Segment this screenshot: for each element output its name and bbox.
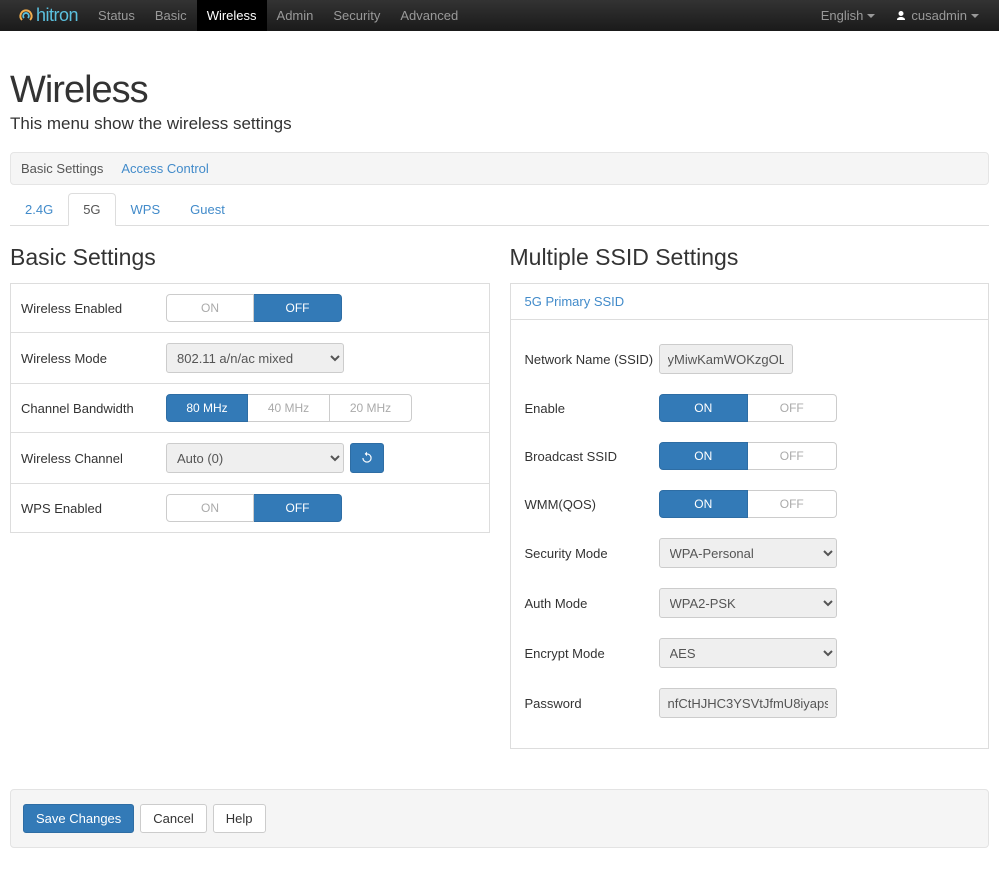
wmm-toggle[interactable]: ON OFF [659, 490, 837, 518]
enable-on[interactable]: ON [659, 394, 749, 422]
row-auth-mode: Auth Mode WPA2-PSK [525, 578, 975, 628]
label-wireless-enabled: Wireless Enabled [21, 301, 166, 316]
label-password: Password [525, 696, 659, 711]
label-network-name: Network Name (SSID) [525, 352, 659, 367]
broadcast-off[interactable]: OFF [748, 442, 837, 470]
row-password: Password [525, 678, 975, 728]
password-input[interactable] [659, 688, 837, 718]
security-mode-select[interactable]: WPA-Personal [659, 538, 837, 568]
wps-enabled-toggle[interactable]: ON OFF [166, 494, 342, 522]
caret-down-icon [971, 14, 979, 18]
brand-text: hitron [36, 5, 78, 26]
ssid-panel: Network Name (SSID) Enable ON OFF Broadc… [510, 319, 990, 749]
brand-swirl-icon [18, 8, 34, 24]
row-wireless-channel: Wireless Channel Auto (0) [10, 433, 490, 484]
label-broadcast: Broadcast SSID [525, 449, 659, 464]
channel-bandwidth-group[interactable]: 80 MHz 40 MHz 20 MHz [166, 394, 412, 422]
columns: Basic Settings Wireless Enabled ON OFF W… [10, 244, 989, 749]
subnav-basic-settings[interactable]: Basic Settings [21, 161, 103, 176]
user-name: cusadmin [911, 8, 967, 23]
ssid-tabs: 5G Primary SSID [510, 283, 990, 319]
tab-guest[interactable]: Guest [175, 193, 240, 226]
row-wps-enabled: WPS Enabled ON OFF [10, 484, 490, 533]
label-wmm: WMM(QOS) [525, 497, 659, 512]
row-encrypt-mode: Encrypt Mode AES [525, 628, 975, 678]
user-dropdown[interactable]: cusadmin [885, 8, 989, 23]
brand-logo: hitron [18, 5, 78, 26]
row-network-name: Network Name (SSID) [525, 334, 975, 384]
auth-mode-select[interactable]: WPA2-PSK [659, 588, 837, 618]
nav-status[interactable]: Status [88, 0, 145, 31]
row-wireless-mode: Wireless Mode 802.11 a/n/ac mixed [10, 333, 490, 384]
tab-wps[interactable]: WPS [116, 193, 176, 226]
wireless-mode-select[interactable]: 802.11 a/n/ac mixed [166, 343, 344, 373]
row-broadcast: Broadcast SSID ON OFF [525, 432, 975, 480]
encrypt-mode-select[interactable]: AES [659, 638, 837, 668]
ssid-settings-column: Multiple SSID Settings 5G Primary SSID N… [510, 244, 990, 749]
wireless-channel-select[interactable]: Auto (0) [166, 443, 344, 473]
wireless-enabled-on[interactable]: ON [166, 294, 254, 322]
language-dropdown[interactable]: English [811, 8, 886, 23]
refresh-channel-button[interactable] [350, 443, 384, 473]
row-channel-bandwidth: Channel Bandwidth 80 MHz 40 MHz 20 MHz [10, 384, 490, 433]
ssid-tab-primary[interactable]: 5G Primary SSID [511, 284, 639, 319]
network-name-input[interactable] [659, 344, 793, 374]
refresh-icon [360, 451, 374, 465]
sub-nav: Basic Settings Access Control [10, 152, 989, 185]
wmm-on[interactable]: ON [659, 490, 749, 518]
row-enable: Enable ON OFF [525, 384, 975, 432]
ssid-settings-heading: Multiple SSID Settings [510, 244, 990, 271]
wps-enabled-on[interactable]: ON [166, 494, 254, 522]
caret-down-icon [867, 14, 875, 18]
tab-5g[interactable]: 5G [68, 193, 115, 226]
label-channel-bandwidth: Channel Bandwidth [21, 401, 166, 416]
footer-actions: Save Changes Cancel Help [10, 789, 989, 848]
page-container: Wireless This menu show the wireless set… [0, 31, 999, 878]
nav-right: English cusadmin [811, 0, 989, 31]
user-icon [895, 10, 907, 22]
tab-24g[interactable]: 2.4G [10, 193, 68, 226]
bw-80[interactable]: 80 MHz [166, 394, 248, 422]
bw-20[interactable]: 20 MHz [330, 394, 412, 422]
page-subtitle: This menu show the wireless settings [10, 114, 989, 134]
broadcast-on[interactable]: ON [659, 442, 749, 470]
label-auth-mode: Auth Mode [525, 596, 659, 611]
nav-wireless[interactable]: Wireless [197, 0, 267, 31]
label-encrypt-mode: Encrypt Mode [525, 646, 659, 661]
enable-off[interactable]: OFF [748, 394, 837, 422]
nav-basic[interactable]: Basic [145, 0, 197, 31]
basic-settings-heading: Basic Settings [10, 244, 490, 271]
label-wps-enabled: WPS Enabled [21, 501, 166, 516]
nav-admin[interactable]: Admin [267, 0, 324, 31]
nav-advanced[interactable]: Advanced [390, 0, 468, 31]
band-tabs: 2.4G 5G WPS Guest [10, 193, 989, 226]
row-wireless-enabled: Wireless Enabled ON OFF [10, 283, 490, 333]
page-title: Wireless [10, 69, 989, 112]
row-security-mode: Security Mode WPA-Personal [525, 528, 975, 578]
label-wireless-mode: Wireless Mode [21, 351, 166, 366]
basic-settings-column: Basic Settings Wireless Enabled ON OFF W… [10, 244, 490, 749]
broadcast-toggle[interactable]: ON OFF [659, 442, 837, 470]
top-navbar: hitron Status Basic Wireless Admin Secur… [0, 0, 999, 31]
help-button[interactable]: Help [213, 804, 266, 833]
language-label: English [821, 8, 864, 23]
cancel-button[interactable]: Cancel [140, 804, 206, 833]
row-wmm: WMM(QOS) ON OFF [525, 480, 975, 528]
label-security-mode: Security Mode [525, 546, 659, 561]
subnav-access-control[interactable]: Access Control [121, 161, 208, 176]
main-nav: Status Basic Wireless Admin Security Adv… [88, 0, 468, 31]
save-button[interactable]: Save Changes [23, 804, 134, 833]
nav-security[interactable]: Security [323, 0, 390, 31]
enable-toggle[interactable]: ON OFF [659, 394, 837, 422]
wps-enabled-off[interactable]: OFF [254, 494, 342, 522]
bw-40[interactable]: 40 MHz [248, 394, 330, 422]
wireless-enabled-toggle[interactable]: ON OFF [166, 294, 342, 322]
label-enable: Enable [525, 401, 659, 416]
wireless-enabled-off[interactable]: OFF [254, 294, 342, 322]
label-wireless-channel: Wireless Channel [21, 451, 166, 466]
wmm-off[interactable]: OFF [748, 490, 837, 518]
